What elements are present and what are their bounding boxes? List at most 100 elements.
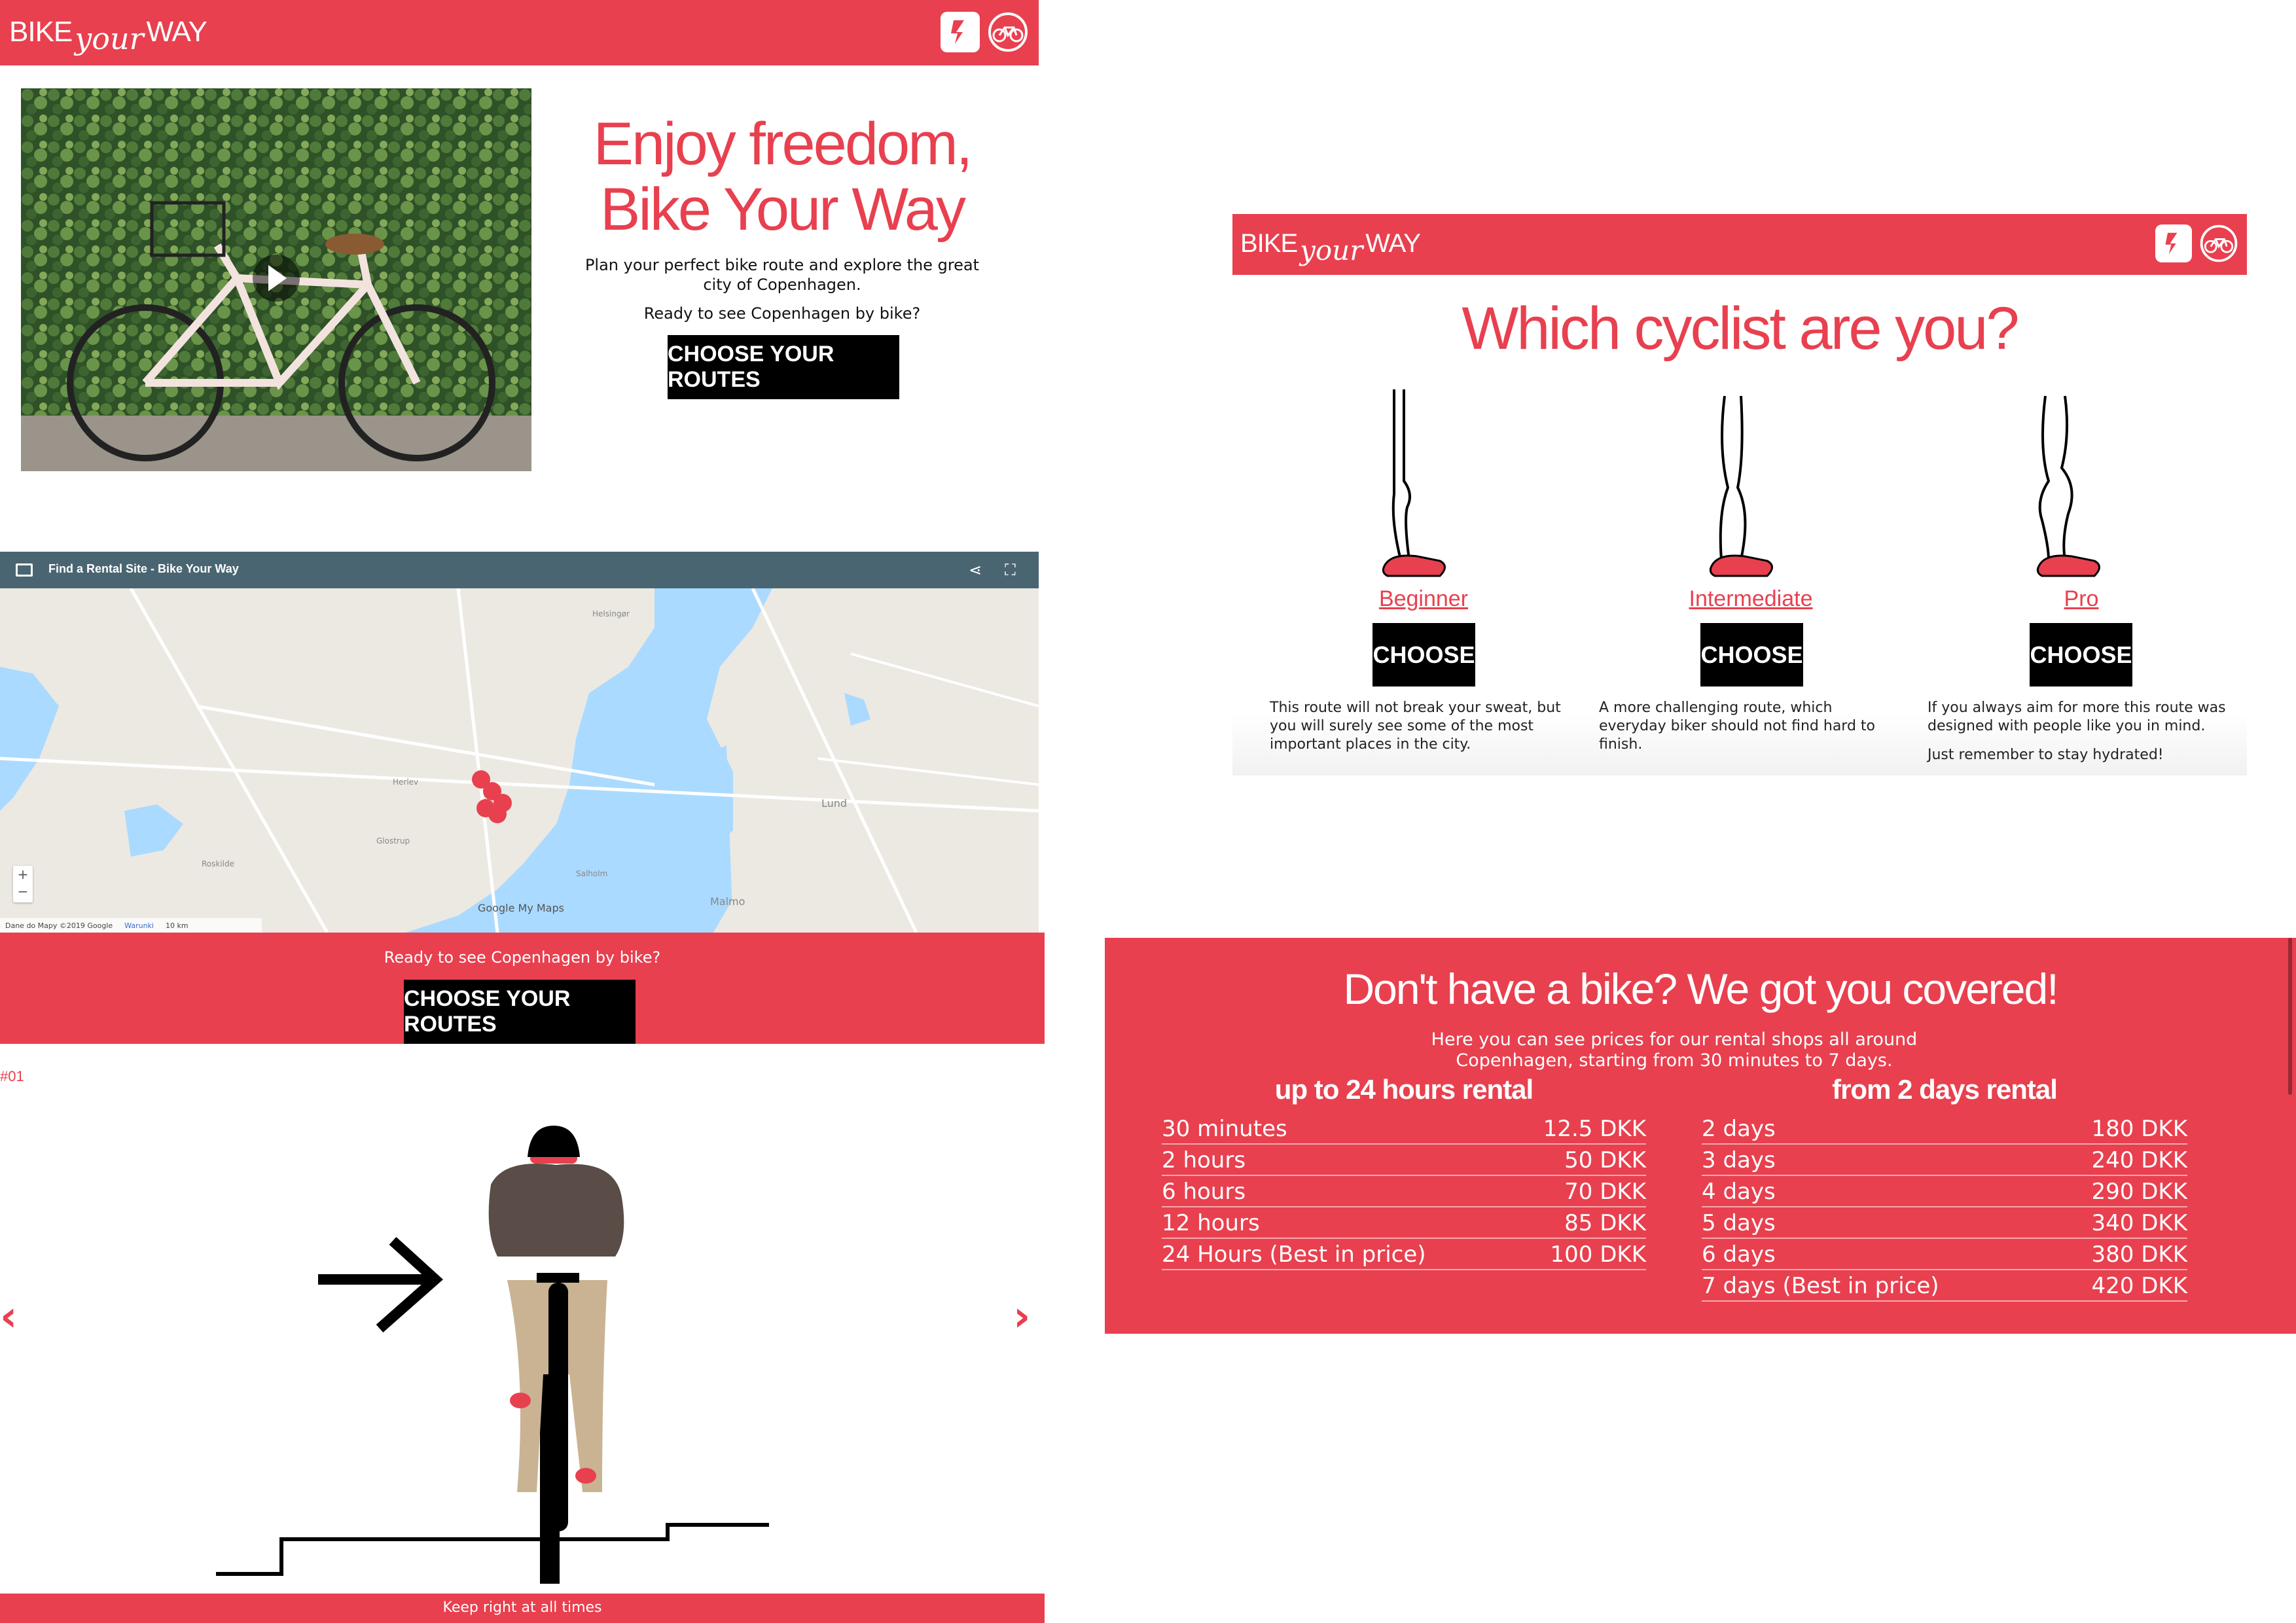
price-period: 30 minutes xyxy=(1162,1116,1287,1142)
pro-hydration-note: Just remember to stay hydrated! xyxy=(1928,747,2164,763)
rental-section: Don't have a bike? We got you covered! H… xyxy=(1105,938,2296,1334)
cyclist-section-bike-icon[interactable] xyxy=(2197,223,2240,264)
rental-long-heading: from 2 days rental xyxy=(1832,1074,2058,1105)
pro-description: If you always aim for more this route wa… xyxy=(1928,700,2226,734)
price-amount: 290 DKK xyxy=(2091,1179,2187,1205)
map-footer: Dane do Mapy ©2019 Google Warunki 10 km xyxy=(0,918,262,933)
cta-band: Ready to see Copenhagen by bike? CHOOSE … xyxy=(0,933,1045,1044)
cyclist-brand-logo[interactable]: BIKE your WAY xyxy=(1240,221,1421,266)
intermediate-choose-button[interactable]: CHOOSE xyxy=(1700,623,1803,687)
price-period: 3 days xyxy=(1702,1147,1776,1173)
header-bar: BIKE your WAY xyxy=(0,0,1039,65)
beginner-description: This route will not break your sweat, bu… xyxy=(1270,700,1561,753)
price-row: 2 days 180 DKK xyxy=(1702,1113,2187,1145)
beginner-choose-button[interactable]: CHOOSE xyxy=(1372,623,1475,687)
price-amount: 50 DKK xyxy=(1564,1147,1646,1173)
brand-logo[interactable]: BIKE your WAY xyxy=(9,9,207,56)
price-row: 12 hours 85 DKK xyxy=(1162,1207,1646,1239)
cyclist-title: Which cyclist are you? xyxy=(1462,295,2019,362)
map-google-brand: Google My Maps xyxy=(478,902,564,914)
map-fullscreen-icon[interactable]: ⛶ xyxy=(1005,561,1016,579)
cyclist-logo-word-2: WAY xyxy=(1365,228,1421,258)
map-panel-icon[interactable] xyxy=(16,563,33,577)
cyclist-logo-word-1: BIKE xyxy=(1240,228,1298,258)
price-period: 7 days (Best in price) xyxy=(1702,1273,1939,1299)
intermediate-legs-illustration xyxy=(1705,395,1790,586)
slide-caption: Keep right at all times xyxy=(442,1599,602,1616)
price-period: 2 hours xyxy=(1162,1147,1246,1173)
map-label-herlev: Herlev xyxy=(393,777,419,787)
price-row: 3 days 240 DKK xyxy=(1702,1145,2187,1176)
cta-band-prompt: Ready to see Copenhagen by bike? xyxy=(384,948,661,967)
rental-subtitle: Here you can see prices for our rental s… xyxy=(1431,1029,1918,1071)
hero-title: Enjoy freedom, Bike Your Way xyxy=(593,111,973,243)
cta-band-choose-routes-button[interactable]: CHOOSE YOUR ROUTES xyxy=(404,980,636,1044)
slide-index: #01 xyxy=(0,1068,24,1084)
price-period: 24 Hours (Best in price) xyxy=(1162,1241,1426,1268)
scrollbar-thumb[interactable] xyxy=(2288,938,2292,1095)
map-label-salholm: Salholm xyxy=(576,869,608,878)
bike-icon[interactable] xyxy=(985,12,1031,52)
pro-choose-button[interactable]: CHOOSE xyxy=(2030,623,2132,687)
price-amount: 380 DKK xyxy=(2091,1241,2187,1268)
hero-choose-routes-button[interactable]: CHOOSE YOUR ROUTES xyxy=(668,335,899,399)
price-period: 12 hours xyxy=(1162,1210,1260,1236)
map-credit: Dane do Mapy ©2019 Google xyxy=(5,921,113,930)
map-zoom-controls[interactable]: + − xyxy=(13,866,33,902)
map-label-glostrup: Glostrup xyxy=(376,836,410,846)
price-period: 2 days xyxy=(1702,1116,1776,1142)
rental-short-table: 30 minutes 12.5 DKK 2 hours 50 DKK 6 hours… xyxy=(1162,1113,1646,1270)
rental-short-heading: up to 24 hours rental xyxy=(1274,1074,1534,1105)
slide-caption-bar: Keep right at all times xyxy=(0,1594,1045,1623)
price-amount: 12.5 DKK xyxy=(1543,1116,1646,1142)
price-row: 30 minutes 12.5 DKK xyxy=(1162,1113,1646,1145)
slide-illustration xyxy=(196,1113,785,1610)
price-amount: 180 DKK xyxy=(2091,1116,2187,1142)
price-amount: 240 DKK xyxy=(2091,1147,2187,1173)
price-row: 4 days 290 DKK xyxy=(1702,1176,2187,1207)
price-period: 6 days xyxy=(1702,1241,1776,1268)
map-terms-link[interactable]: Warunki xyxy=(124,921,154,930)
price-row: 2 hours 50 DKK xyxy=(1162,1145,1646,1176)
map-scale: 10 km xyxy=(165,921,188,930)
cyclist-section-rider-icon[interactable] xyxy=(2155,224,2192,262)
map-label-helsingor: Helsingør xyxy=(592,609,630,618)
price-period: 5 days xyxy=(1702,1210,1776,1236)
logo-word-1: BIKE xyxy=(9,16,73,48)
rental-title: Don't have a bike? We got you covered! xyxy=(1343,965,2058,1013)
map-label-malmo: Malmo xyxy=(710,895,745,908)
beginner-label[interactable]: Beginner xyxy=(1358,586,1489,612)
map-embed[interactable]: Find a Rental Site - Bike Your Way ⋖ ⛶ L… xyxy=(0,552,1039,933)
price-row: 7 days (Best in price) 420 DKK xyxy=(1702,1270,2187,1302)
beginner-legs-illustration xyxy=(1378,389,1463,586)
price-row: 24 Hours (Best in price) 100 DKK xyxy=(1162,1239,1646,1270)
price-amount: 100 DKK xyxy=(1550,1241,1646,1268)
price-row: 6 hours 70 DKK xyxy=(1162,1176,1646,1207)
pro-label[interactable]: Pro xyxy=(2016,586,2147,612)
hero-subtitle: Plan your perfect bike route and explore… xyxy=(584,256,980,294)
price-amount: 70 DKK xyxy=(1564,1179,1646,1205)
cyclist-header-bar: BIKE your WAY xyxy=(1232,214,2247,275)
price-row: 6 days 380 DKK xyxy=(1702,1239,2187,1270)
map-title: Find a Rental Site - Bike Your Way xyxy=(48,562,239,575)
map-title-bar: Find a Rental Site - Bike Your Way ⋖ ⛶ xyxy=(0,552,1039,588)
map-label-roskilde: Roskilde xyxy=(202,859,235,868)
intermediate-label[interactable]: Intermediate xyxy=(1676,586,1826,612)
map-label-lund: Lund xyxy=(821,797,848,810)
pro-legs-illustration xyxy=(2032,395,2117,586)
price-period: 4 days xyxy=(1702,1179,1776,1205)
slider-prev-button[interactable]: ‹ xyxy=(0,1293,17,1341)
map-share-icon[interactable]: ⋖ xyxy=(969,561,982,579)
price-period: 6 hours xyxy=(1162,1179,1246,1205)
cyclist-icon[interactable] xyxy=(941,12,980,52)
intermediate-description: A more challenging route, which everyday… xyxy=(1599,700,1876,753)
cyclist-logo-script: your xyxy=(1300,234,1363,266)
hero-video[interactable] xyxy=(21,88,531,471)
rental-long-table: 2 days 180 DKK 3 days 240 DKK 4 days 290 DK… xyxy=(1702,1113,2187,1302)
hero-prompt: Ready to see Copenhagen by bike? xyxy=(643,304,921,323)
price-row: 5 days 340 DKK xyxy=(1702,1207,2187,1239)
price-amount: 420 DKK xyxy=(2091,1273,2187,1299)
slider-next-button[interactable]: › xyxy=(1013,1293,1030,1341)
price-amount: 85 DKK xyxy=(1564,1210,1646,1236)
price-amount: 340 DKK xyxy=(2091,1210,2187,1236)
